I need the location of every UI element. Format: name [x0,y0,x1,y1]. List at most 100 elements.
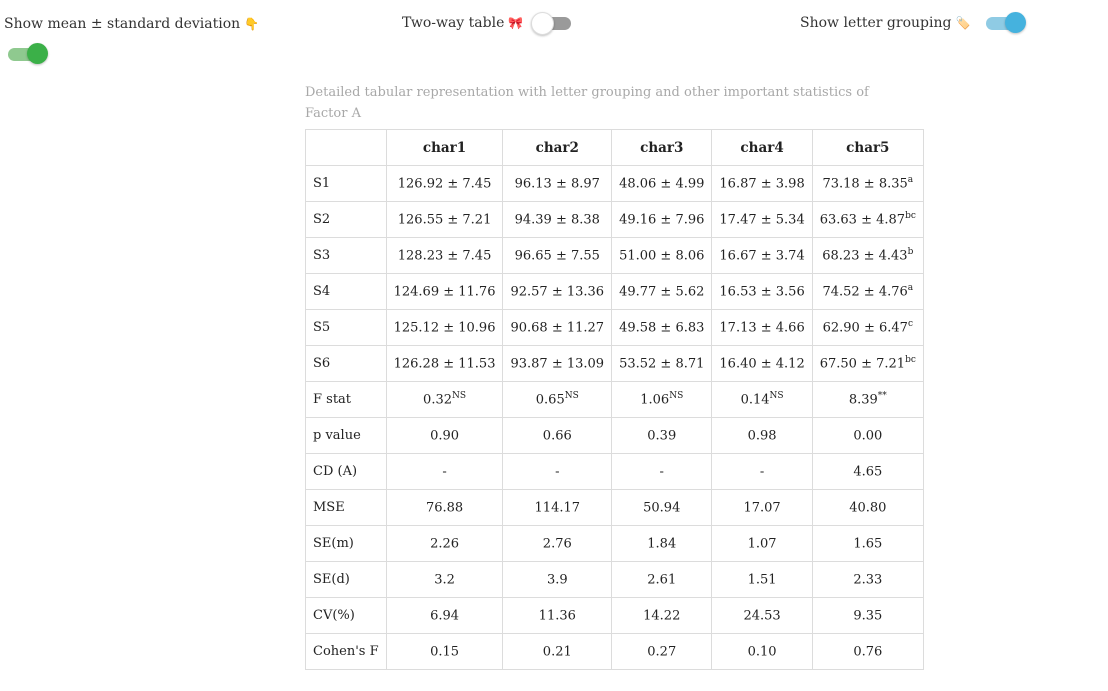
table-cell: 40.80 [811,489,924,526]
cell-value: 8.39 [848,392,878,408]
cell-value: 0.00 [853,428,883,444]
cell-significance-superscript: NS [769,391,784,402]
cell-value: 53.52 ± 8.71 [619,356,705,372]
cell-value: 14.22 [643,608,681,624]
cell-value: 4.65 [853,464,883,480]
header-cell: char4 [711,129,813,166]
cell-value: 51.00 ± 8.06 [619,248,705,264]
table-cell: 96.13 ± 8.97 [502,165,613,202]
table-cell: 51.00 ± 8.06 [611,237,713,274]
cell-significance-superscript: NS [564,391,579,402]
table-cell: 48.06 ± 4.99 [611,165,713,202]
table-cell: 3.9 [502,561,613,598]
cell-value: 128.23 ± 7.45 [397,248,492,264]
table-cell: 16.53 ± 3.56 [711,273,813,310]
mean-sd-toggle-switch[interactable] [6,43,48,64]
letter-grouping-toggle-label: Show letter grouping 🏷️ [800,15,970,31]
table-row: MSE 76.88 114.17 50.94 17.07 40.80 [305,489,924,526]
cell-value: 16.53 ± 3.56 [719,284,805,300]
cell-value: 126.55 ± 7.21 [397,212,492,228]
cell-value: 114.17 [534,500,581,516]
table-row: p value 0.90 0.66 0.39 0.98 0.00 [305,417,924,454]
row-label: S2 [305,201,387,238]
cell-significance-superscript: NS [452,391,467,402]
cell-significance-superscript: c [907,319,913,330]
two-way-table-toggle-label: Two-way table 🎀 [402,15,523,31]
row-label: S4 [305,273,387,310]
table-cell: 1.51 [711,561,813,598]
cell-value: - [555,464,560,480]
table-cell: 0.98 [711,417,813,454]
table-cell: 92.57 ± 13.36 [502,273,613,310]
cell-value: 1.07 [747,536,777,552]
table-row: S2 126.55 ± 7.21 94.39 ± 8.38 49.16 ± 7.96 1… [305,201,924,238]
table-row: CV(%) 6.94 11.36 14.22 24.53 9.35 [305,597,924,634]
header-cell: char2 [502,129,613,166]
row-label: SE(d) [305,561,387,598]
table-cell: 9.35 [811,597,924,634]
table-cell: 3.2 [385,561,504,598]
table-cell: 1.06NS [611,381,713,418]
table-row: S5 125.12 ± 10.96 90.68 ± 11.27 49.58 ± 6.8… [305,309,924,346]
cell-value: 125.12 ± 10.96 [393,320,496,336]
table-row: S6 126.28 ± 11.53 93.87 ± 13.09 53.52 ± 8.7… [305,345,924,382]
table-cell: 128.23 ± 7.45 [385,237,504,274]
table-cell: 53.52 ± 8.71 [611,345,713,382]
table-cell: 1.84 [611,525,713,562]
table-row: SE(d) 3.2 3.9 2.61 1.51 2.33 [305,561,924,598]
table-cell: 76.88 [385,489,504,526]
cell-value: 0.66 [542,428,572,444]
cell-value: 0.27 [647,644,677,660]
cell-value: 1.51 [747,572,777,588]
cell-significance-superscript: bc [905,211,916,222]
cell-value: 17.13 ± 4.66 [719,320,805,336]
toggle-knob [27,43,48,64]
row-label: Cohen's F [305,633,387,670]
cell-value: 40.80 [849,500,887,516]
statistics-table: char1 char2 char3 char4 char5 S1 126.92 ±… [305,129,924,670]
table-cell: - [611,453,713,490]
cell-value: 17.47 ± 5.34 [719,212,805,228]
table-cell: 49.58 ± 6.83 [611,309,713,346]
table-cell: 17.07 [711,489,813,526]
cell-value: 3.2 [434,572,455,588]
cell-value: 16.87 ± 3.98 [719,176,805,192]
cell-value: 68.23 ± 4.43 [822,248,908,264]
cell-value: 16.40 ± 4.12 [719,356,805,372]
two-way-table-toggle-switch[interactable] [531,12,573,35]
cell-value: 74.52 ± 4.76 [822,284,908,300]
letter-grouping-toggle-switch[interactable] [984,12,1027,33]
header-cell: char1 [385,129,504,166]
table-cell: 125.12 ± 10.96 [385,309,504,346]
row-label: CV(%) [305,597,387,634]
table-cell: 93.87 ± 13.09 [502,345,613,382]
cell-significance-superscript: a [907,175,914,186]
cell-value: - [442,464,447,480]
table-cell: 0.76 [811,633,924,670]
cell-value: 67.50 ± 7.21 [819,356,906,372]
table-cell: 2.26 [385,525,504,562]
table-cell: 74.52 ± 4.76a [811,273,924,310]
table-cell: 0.66 [502,417,613,454]
table-cell: - [385,453,504,490]
letter-grouping-toggle-group: Show letter grouping 🏷️ [800,12,1027,33]
cell-significance-superscript: b [907,247,914,258]
table-cell: 2.33 [811,561,924,598]
table-cell: 11.36 [502,597,613,634]
cell-value: 96.13 ± 8.97 [514,176,600,192]
cell-value: 0.98 [747,428,777,444]
cell-value: 0.14 [740,392,770,408]
row-label: MSE [305,489,387,526]
cell-significance-superscript: NS [669,391,684,402]
cell-value: 1.84 [647,536,677,552]
cell-value: 0.65 [535,392,565,408]
cell-value: 93.87 ± 13.09 [510,356,605,372]
table-cell: 0.00 [811,417,924,454]
cell-value: - [659,464,664,480]
table-cell: 0.27 [611,633,713,670]
table-cell: 16.87 ± 3.98 [711,165,813,202]
table-cell: 2.76 [502,525,613,562]
table-row: S3 128.23 ± 7.45 96.65 ± 7.55 51.00 ± 8.06 1… [305,237,924,274]
cell-value: 3.9 [546,572,568,588]
cell-value: 0.76 [853,644,883,660]
